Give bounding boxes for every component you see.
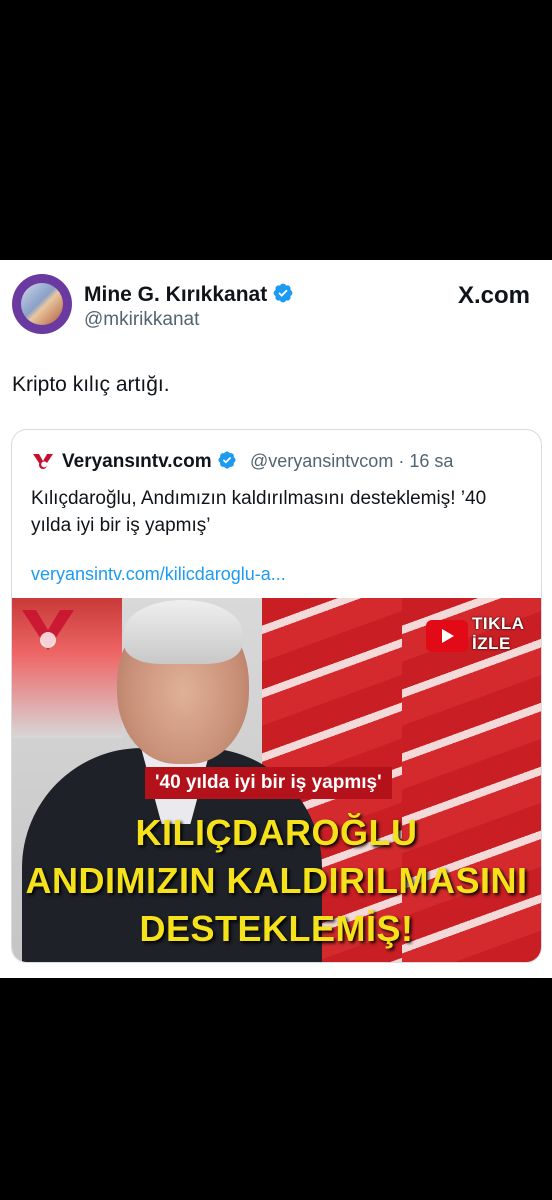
quoted-handle[interactable]: @veryansintvcom xyxy=(250,451,393,471)
quoted-author-name[interactable]: Veryansıntv.com xyxy=(62,451,212,472)
izle-label: İZLE xyxy=(472,634,511,653)
veryansin-logo-icon xyxy=(33,454,53,469)
youtube-play-icon xyxy=(426,620,468,652)
x-logo-icon[interactable]: X.com xyxy=(458,282,530,310)
quoted-author-row[interactable]: Veryansıntv.com xyxy=(62,450,237,476)
quoted-time[interactable]: 16 sa xyxy=(409,451,453,471)
verified-badge-icon xyxy=(272,282,294,310)
media-caption: '40 yılda iyi bir iş yapmış' xyxy=(145,767,392,799)
watch-badge[interactable]: TIKLA İZLE xyxy=(426,614,532,656)
quoted-tweet[interactable]: Veryansıntv.com @veryansintvcom · 16 sa … xyxy=(11,429,542,963)
quoted-link[interactable]: veryansintv.com/kilicdaroglu-a... xyxy=(31,564,286,585)
quoted-media-image[interactable]: TIKLA İZLE '40 yılda iyi bir iş yapmış' … xyxy=(12,598,541,962)
author-name[interactable]: Mine G. Kırıkkanat xyxy=(84,283,267,306)
headline-line-1: KILIÇDAROĞLU xyxy=(135,812,418,853)
author-name-row[interactable]: Mine G. Kırıkkanat xyxy=(84,282,294,310)
quoted-text: Kılıçdaroğlu, Andımızın kaldırılmasını d… xyxy=(31,488,487,536)
tikla-label: TIKLA xyxy=(472,614,525,633)
tweet-card[interactable]: Mine G. Kırıkkanat @mkirikkanat X.com Kr… xyxy=(0,260,552,978)
quoted-meta: @veryansintvcom · 16 sa xyxy=(250,451,453,472)
avatar-photo xyxy=(21,283,63,325)
channel-watermark-icon xyxy=(22,610,74,650)
tweet-text: Kripto kılıç artığı. xyxy=(12,373,170,396)
quoted-verified-badge-icon xyxy=(217,450,237,476)
meta-separator: · xyxy=(398,451,405,471)
headline-line-3: DESTEKLEMİŞ! xyxy=(139,908,414,949)
avatar[interactable] xyxy=(12,274,72,334)
person-hair xyxy=(124,600,242,664)
headline-line-2: ANDIMIZIN KALDIRILMASINI xyxy=(25,860,528,901)
author-handle[interactable]: @mkirikkanat xyxy=(84,309,199,331)
